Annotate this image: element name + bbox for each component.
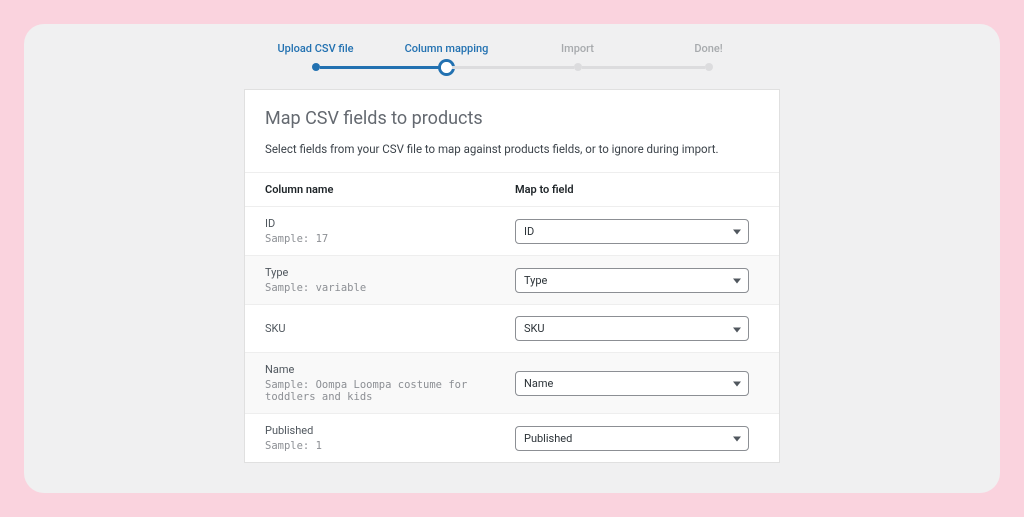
column-name: ID bbox=[265, 217, 499, 230]
column-name-cell: Name Sample: Oompa Loompa costume for tod… bbox=[265, 363, 515, 403]
map-field-cell: Published bbox=[515, 426, 759, 451]
app-frame: Upload CSV fileColumn mappingImportDone!… bbox=[24, 24, 1000, 493]
step-upload-csv-file[interactable]: Upload CSV file bbox=[250, 42, 381, 71]
column-sample: Sample: 17 bbox=[265, 233, 499, 245]
chevron-down-icon: Type bbox=[515, 268, 749, 293]
chevron-down-icon: SKU bbox=[515, 316, 749, 341]
step-label: Done! bbox=[643, 42, 774, 55]
header-column-name: Column name bbox=[265, 183, 515, 196]
column-sample: Sample: 1 bbox=[265, 440, 499, 452]
column-sample: Sample: variable bbox=[265, 282, 499, 294]
column-name: Name bbox=[265, 363, 499, 376]
wizard-container: Upload CSV fileColumn mappingImportDone!… bbox=[244, 42, 780, 463]
column-name: Type bbox=[265, 266, 499, 279]
table-header: Column name Map to field bbox=[245, 172, 779, 206]
step-circle bbox=[312, 63, 320, 71]
step-import[interactable]: Import bbox=[512, 42, 643, 71]
map-field-cell: SKU bbox=[515, 316, 759, 341]
map-field-cell: ID bbox=[515, 219, 759, 244]
column-name-cell: SKU bbox=[265, 322, 515, 335]
column-name-cell: Type Sample: variable bbox=[265, 266, 515, 294]
step-track bbox=[381, 63, 512, 71]
step-label: Column mapping bbox=[381, 42, 512, 55]
mapping-table: Column name Map to field IDSample: 17IDT… bbox=[245, 172, 779, 462]
step-done-[interactable]: Done! bbox=[643, 42, 774, 71]
table-row: Type Sample: variable Type bbox=[245, 255, 779, 304]
column-name: Published bbox=[265, 424, 499, 437]
map-field-select[interactable]: Name bbox=[515, 371, 749, 396]
map-field-cell: Type bbox=[515, 268, 759, 293]
step-track bbox=[512, 63, 643, 71]
step-label: Upload CSV file bbox=[250, 42, 381, 55]
chevron-down-icon: Name bbox=[515, 371, 749, 396]
column-sample: Sample: Oompa Loompa costume for toddler… bbox=[265, 379, 499, 403]
map-field-select[interactable]: Published bbox=[515, 426, 749, 451]
stepper: Upload CSV fileColumn mappingImportDone! bbox=[244, 42, 780, 71]
map-field-select[interactable]: Type bbox=[515, 268, 749, 293]
map-field-cell: Name bbox=[515, 371, 759, 396]
column-name: SKU bbox=[265, 322, 499, 335]
chevron-down-icon: Published bbox=[515, 426, 749, 451]
step-column-mapping[interactable]: Column mapping bbox=[381, 42, 512, 71]
table-row: Published Sample: 1 Published bbox=[245, 413, 779, 462]
step-circle bbox=[441, 62, 452, 73]
table-row: SKU SKU bbox=[245, 304, 779, 352]
header-map-to-field: Map to field bbox=[515, 183, 759, 196]
step-track bbox=[250, 63, 381, 71]
map-field-select[interactable]: SKU bbox=[515, 316, 749, 341]
step-circle bbox=[705, 63, 713, 71]
step-circle bbox=[574, 63, 582, 71]
panel-title: Map CSV fields to products bbox=[265, 108, 759, 129]
chevron-down-icon: ID bbox=[515, 219, 749, 244]
table-row: ID Sample: 17 ID bbox=[245, 206, 779, 255]
mapping-panel: Map CSV fields to products Select fields… bbox=[244, 89, 780, 463]
step-label: Import bbox=[512, 42, 643, 55]
column-name-cell: ID Sample: 17 bbox=[265, 217, 515, 245]
column-name-cell: Published Sample: 1 bbox=[265, 424, 515, 452]
table-row: Name Sample: Oompa Loompa costume for tod… bbox=[245, 352, 779, 413]
step-track bbox=[643, 63, 774, 71]
map-field-select[interactable]: ID bbox=[515, 219, 749, 244]
panel-description: Select fields from your CSV file to map … bbox=[265, 141, 759, 158]
panel-header: Map CSV fields to products Select fields… bbox=[245, 90, 779, 172]
